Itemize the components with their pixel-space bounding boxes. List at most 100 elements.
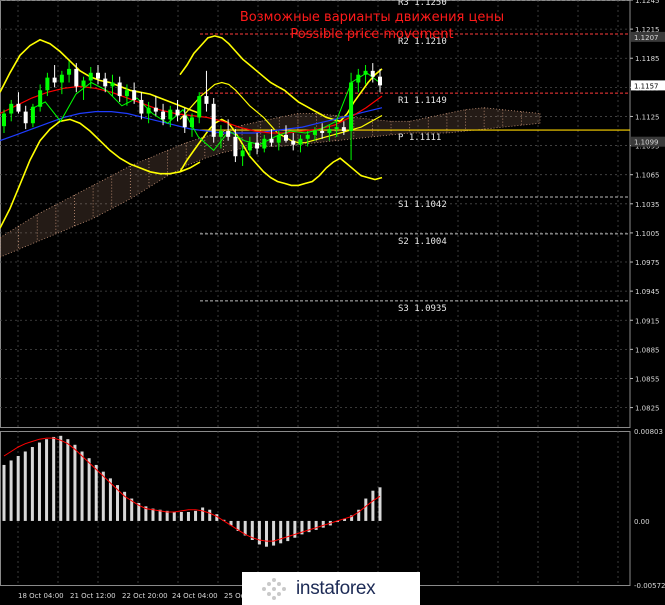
candle-body	[247, 142, 252, 151]
candle-body	[284, 134, 288, 141]
macd-histogram-bar	[286, 520, 290, 542]
candle-body	[378, 76, 382, 86]
macd-histogram-bar	[279, 520, 283, 544]
candle-body	[110, 82, 115, 87]
candle-body	[52, 77, 57, 83]
current-price-label: 1.1157	[634, 82, 659, 90]
macd-tick-label: 0.00803	[634, 428, 663, 436]
candle-body	[262, 138, 267, 149]
macd-histogram-bar	[59, 435, 63, 521]
time-axis: 18 Oct 04:00 21 Oct 12:00 22 Oct 20:00 24 O…	[18, 592, 245, 600]
price-tick-label: 1.1035	[635, 201, 660, 209]
candle-body	[88, 72, 93, 81]
candle-body	[204, 96, 209, 104]
pivot-label: P 1.1111	[398, 133, 441, 143]
macd-histogram-bar	[172, 511, 176, 521]
macd-histogram-bar	[186, 511, 190, 521]
chart-subtitle: Possible price movement	[290, 27, 453, 42]
macd-histogram-bar	[80, 451, 84, 521]
price-marker-label: 1.1099	[634, 139, 659, 147]
price-tick-label: 1.1245	[635, 0, 660, 5]
candle-body	[298, 138, 303, 145]
candle-body	[356, 74, 361, 83]
price-tick-label: 1.0975	[635, 259, 660, 267]
pivot-label: R1 1.1149	[398, 96, 447, 106]
candle-body	[38, 90, 43, 107]
candle-body	[81, 80, 86, 87]
macd-histogram-bar	[257, 520, 261, 545]
time-tick-label: 21 Oct 12:00	[70, 592, 116, 600]
macd-histogram-bar	[264, 520, 268, 547]
macd-histogram-bar	[179, 511, 183, 521]
candle-body	[124, 90, 129, 97]
price-tick-label: 1.1005	[635, 230, 660, 238]
time-tick-label: 18 Oct 04:00	[18, 592, 64, 600]
candle-body	[190, 117, 194, 128]
pivot-label: S3 1.0935	[398, 304, 447, 314]
price-tick-label: 1.0855	[635, 375, 660, 383]
candle-body	[312, 131, 317, 135]
price-tick-label: 1.1125	[635, 113, 660, 121]
candle-body	[67, 68, 72, 75]
macd-tick-label: 0.00	[634, 518, 650, 526]
macd-histogram-bar	[321, 520, 325, 528]
candle-body	[327, 129, 332, 133]
price-tick-label: 1.0885	[635, 346, 660, 354]
candle-body	[96, 72, 100, 79]
macd-histogram-bar	[364, 498, 368, 521]
candle-body	[341, 127, 346, 132]
macd-histogram-bar	[208, 509, 212, 521]
candle-body	[117, 82, 122, 97]
macd-histogram-bar	[101, 471, 105, 521]
candle-body	[153, 107, 158, 112]
candle-body	[59, 74, 64, 83]
time-tick-label: 22 Oct 20:00	[122, 592, 168, 600]
candle-body	[226, 131, 231, 137]
candle-body	[240, 150, 245, 157]
candle-body	[16, 103, 21, 112]
macd-histogram-bar	[272, 520, 276, 546]
chart-title: Возможные варианты движения цены	[240, 10, 504, 25]
candle-body	[175, 109, 180, 116]
candle-body	[197, 96, 202, 118]
price-tick-label: 1.0915	[635, 317, 660, 325]
macd-histogram-bar	[201, 507, 205, 521]
price-marker-label: 1.1207	[634, 34, 659, 42]
candle-body	[349, 82, 354, 132]
price-tick-label: 1.1065	[635, 172, 660, 180]
macd-histogram-bar	[151, 508, 155, 521]
candle-body	[276, 134, 281, 143]
candle-body	[161, 111, 166, 120]
macd-histogram-bar	[2, 464, 6, 521]
candle-body	[363, 70, 368, 75]
candle-body	[45, 77, 50, 91]
macd-histogram-bar	[45, 439, 49, 521]
candle-body	[146, 107, 151, 114]
candle-body	[255, 142, 260, 149]
candle-body	[23, 111, 28, 124]
candle-body	[334, 127, 339, 130]
macd-histogram-bar	[73, 444, 77, 521]
pivot-label: S1 1.1042	[398, 200, 447, 210]
price-chart[interactable]: R3 1.1250R2 1.1210R1 1.1149P 1.1111S1 1.…	[0, 0, 665, 605]
logo-wordmark: instaforex	[296, 577, 376, 599]
candle-body	[269, 138, 274, 143]
macd-histogram-bar	[94, 464, 98, 521]
pivot-label: R3 1.1250	[398, 0, 447, 8]
macd-tick-label: -0.00572	[634, 582, 665, 590]
macd-histogram-bar	[23, 451, 27, 521]
time-tick-label: 24 Oct 04:00	[172, 592, 218, 600]
macd-histogram-bar	[52, 436, 56, 521]
price-tick-label: 1.0825	[635, 405, 660, 413]
candle-body	[182, 115, 187, 128]
candle-body	[320, 131, 325, 133]
price-tick-label: 1.0945	[635, 288, 660, 296]
macd-histogram-bar	[108, 478, 112, 521]
candle-body	[132, 90, 137, 100]
candle-body	[139, 99, 144, 114]
macd-histogram-bar	[194, 510, 198, 521]
candle-body	[168, 109, 173, 120]
macd-histogram-bar	[371, 490, 375, 521]
candle-body	[211, 103, 216, 137]
candle-body	[2, 113, 6, 127]
